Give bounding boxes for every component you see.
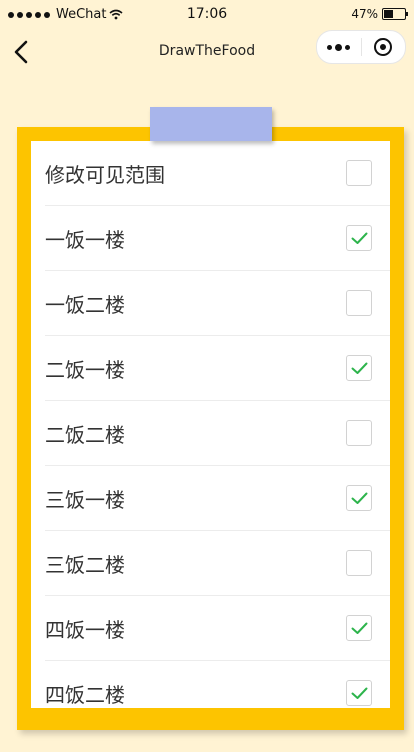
checkmark-icon (351, 622, 367, 634)
checkmark-icon (351, 232, 367, 244)
option-row[interactable]: 一饭一楼 (45, 206, 390, 271)
option-label: 一饭一楼 (45, 227, 125, 252)
option-checkbox[interactable] (346, 290, 372, 316)
option-row[interactable]: 四饭一楼 (45, 596, 390, 661)
option-label: 三饭一楼 (45, 487, 125, 512)
option-label: 一饭二楼 (45, 292, 125, 317)
option-row[interactable]: 二饭二楼 (45, 401, 390, 466)
option-row[interactable]: 二饭一楼 (45, 336, 390, 401)
option-label: 二饭二楼 (45, 422, 125, 447)
option-checkbox[interactable] (346, 160, 372, 186)
option-checkbox[interactable] (346, 680, 372, 706)
checkmark-icon (351, 362, 367, 374)
option-row[interactable]: 修改可见范围 (45, 141, 390, 206)
tape-decoration (150, 107, 272, 141)
option-label: 修改可见范围 (45, 162, 165, 187)
more-dots-icon[interactable] (317, 31, 361, 63)
battery-icon (382, 8, 408, 20)
option-row[interactable]: 三饭二楼 (45, 531, 390, 596)
option-row[interactable]: 三饭一楼 (45, 466, 390, 531)
checkmark-icon (351, 492, 367, 504)
status-bar: WeChat 17:06 47% (0, 0, 414, 30)
option-label: 三饭二楼 (45, 552, 125, 577)
battery-percent: 47% (351, 7, 378, 21)
clipboard-board: 修改可见范围 一饭一楼一饭二楼二饭一楼二饭二楼三饭一楼三饭二楼四饭一楼四饭二楼 (17, 127, 404, 730)
option-row[interactable]: 四饭二楼 (45, 661, 390, 725)
options-card: 修改可见范围 一饭一楼一饭二楼二饭一楼二饭二楼三饭一楼三饭二楼四饭一楼四饭二楼 (31, 141, 390, 708)
option-row[interactable]: 一饭二楼 (45, 271, 390, 336)
option-checkbox[interactable] (346, 485, 372, 511)
option-label: 二饭一楼 (45, 357, 125, 382)
option-checkbox[interactable] (346, 420, 372, 446)
battery-status: 47% (351, 7, 408, 21)
option-checkbox[interactable] (346, 355, 372, 381)
option-label: 四饭一楼 (45, 617, 125, 642)
option-label: 四饭二楼 (45, 682, 125, 707)
checkmark-icon (351, 687, 367, 699)
mini-program-capsule (316, 30, 406, 64)
option-checkbox[interactable] (346, 225, 372, 251)
option-checkbox[interactable] (346, 615, 372, 641)
option-checkbox[interactable] (346, 550, 372, 576)
nav-bar: DrawTheFood (0, 30, 414, 74)
target-close-icon[interactable] (361, 31, 405, 63)
